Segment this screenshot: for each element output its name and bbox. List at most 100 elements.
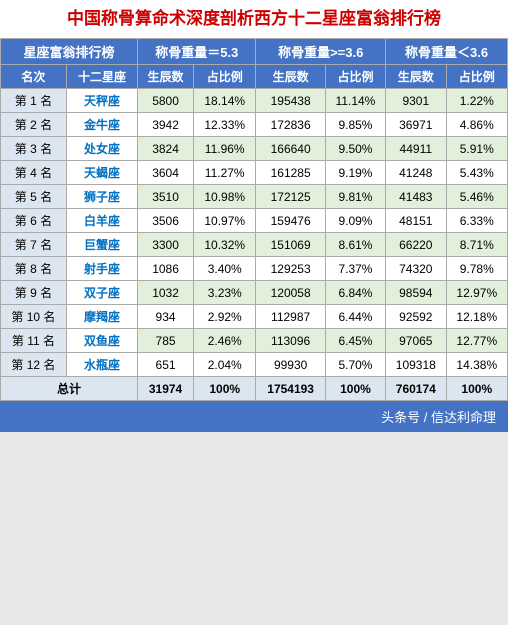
birth1-cell: 934 <box>138 305 194 329</box>
birth1-cell: 1032 <box>138 281 194 305</box>
birth2-cell: 195438 <box>256 89 325 113</box>
rank-cell: 第 11 名 <box>1 329 67 353</box>
zodiac-cell: 天秤座 <box>66 89 137 113</box>
table-row: 第 9 名双子座10323.23%1200586.84%9859412.97% <box>1 281 508 305</box>
table-row: 第 4 名天蝎座360411.27%1612859.19%412485.43% <box>1 161 508 185</box>
birth2-cell: 112987 <box>256 305 325 329</box>
birth3-cell: 98594 <box>386 281 447 305</box>
rank-cell: 第 4 名 <box>1 161 67 185</box>
birth1-cell: 3604 <box>138 161 194 185</box>
pct3-cell: 14.38% <box>446 353 507 377</box>
birth2-cell: 166640 <box>256 137 325 161</box>
table-row: 第 1 名天秤座580018.14%19543811.14%93011.22% <box>1 89 508 113</box>
subheader-pct2: 占比例 <box>325 65 385 89</box>
birth2-cell: 172125 <box>256 185 325 209</box>
birth3-cell: 41483 <box>386 185 447 209</box>
zodiac-cell: 天蝎座 <box>66 161 137 185</box>
pct3-cell: 8.71% <box>446 233 507 257</box>
table-row: 第 6 名白羊座350610.97%1594769.09%481516.33% <box>1 209 508 233</box>
birth1-cell: 3824 <box>138 137 194 161</box>
pct1-cell: 2.04% <box>194 353 256 377</box>
pct3-cell: 6.33% <box>446 209 507 233</box>
birth2-cell: 120058 <box>256 281 325 305</box>
pct1-cell: 3.40% <box>194 257 256 281</box>
birth2-cell: 172836 <box>256 113 325 137</box>
birth1-cell: 651 <box>138 353 194 377</box>
birth3-cell: 44911 <box>386 137 447 161</box>
table-row: 第 2 名金牛座394212.33%1728369.85%369714.86% <box>1 113 508 137</box>
pct2-cell: 9.85% <box>325 113 385 137</box>
rank-cell: 第 3 名 <box>1 137 67 161</box>
birth2-cell: 151069 <box>256 233 325 257</box>
zodiac-cell: 摩羯座 <box>66 305 137 329</box>
header-top-row: 星座富翁排行榜 称骨重量＝5.3 称骨重量>=3.6 称骨重量＜3.6 <box>1 39 508 65</box>
ranking-table: 星座富翁排行榜 称骨重量＝5.3 称骨重量>=3.6 称骨重量＜3.6 名次 十… <box>0 38 508 401</box>
footer: 头条号 / 信达利命理 <box>0 401 508 432</box>
pct3-cell: 9.78% <box>446 257 507 281</box>
total-label: 总计 <box>1 377 138 401</box>
table-row: 第 7 名巨蟹座330010.32%1510698.61%662208.71% <box>1 233 508 257</box>
pct1-cell: 12.33% <box>194 113 256 137</box>
zodiac-cell: 金牛座 <box>66 113 137 137</box>
rank-cell: 第 8 名 <box>1 257 67 281</box>
birth2-cell: 113096 <box>256 329 325 353</box>
table-row: 第 11 名双鱼座7852.46%1130966.45%9706512.77% <box>1 329 508 353</box>
birth3-cell: 74320 <box>386 257 447 281</box>
pct1-cell: 10.32% <box>194 233 256 257</box>
birth1-cell: 1086 <box>138 257 194 281</box>
pct2-cell: 9.19% <box>325 161 385 185</box>
subheader-rank: 名次 <box>1 65 67 89</box>
total-p1: 100% <box>194 377 256 401</box>
birth3-cell: 109318 <box>386 353 447 377</box>
pct2-cell: 8.61% <box>325 233 385 257</box>
rank-cell: 第 2 名 <box>1 113 67 137</box>
header-col1: 星座富翁排行榜 <box>1 39 138 65</box>
table-row: 第 3 名处女座382411.96%1666409.50%449115.91% <box>1 137 508 161</box>
birth1-cell: 3510 <box>138 185 194 209</box>
subheader-pct3: 占比例 <box>446 65 507 89</box>
pct1-cell: 11.96% <box>194 137 256 161</box>
birth3-cell: 9301 <box>386 89 447 113</box>
zodiac-cell: 白羊座 <box>66 209 137 233</box>
rank-cell: 第 12 名 <box>1 353 67 377</box>
rank-cell: 第 10 名 <box>1 305 67 329</box>
pct2-cell: 9.81% <box>325 185 385 209</box>
pct3-cell: 12.97% <box>446 281 507 305</box>
page-title: 中国称骨算命术深度剖析西方十二星座富翁排行榜 <box>0 0 508 38</box>
zodiac-cell: 射手座 <box>66 257 137 281</box>
birth2-cell: 129253 <box>256 257 325 281</box>
birth3-cell: 36971 <box>386 113 447 137</box>
birth1-cell: 3300 <box>138 233 194 257</box>
table-body: 第 1 名天秤座580018.14%19543811.14%93011.22%第… <box>1 89 508 377</box>
zodiac-cell: 处女座 <box>66 137 137 161</box>
zodiac-cell: 狮子座 <box>66 185 137 209</box>
birth2-cell: 99930 <box>256 353 325 377</box>
pct3-cell: 1.22% <box>446 89 507 113</box>
birth1-cell: 785 <box>138 329 194 353</box>
birth3-cell: 41248 <box>386 161 447 185</box>
birth1-cell: 3506 <box>138 209 194 233</box>
subheader-birth1: 生辰数 <box>138 65 194 89</box>
total-p2: 100% <box>325 377 385 401</box>
total-b3: 760174 <box>386 377 447 401</box>
zodiac-cell: 水瓶座 <box>66 353 137 377</box>
pct2-cell: 9.09% <box>325 209 385 233</box>
subheader-birth2: 生辰数 <box>256 65 325 89</box>
birth1-cell: 3942 <box>138 113 194 137</box>
header-sub-row: 名次 十二星座 生辰数 占比例 生辰数 占比例 生辰数 占比例 <box>1 65 508 89</box>
birth3-cell: 97065 <box>386 329 447 353</box>
header-col3: 称骨重量>=3.6 <box>256 39 386 65</box>
rank-cell: 第 7 名 <box>1 233 67 257</box>
pct2-cell: 5.70% <box>325 353 385 377</box>
birth3-cell: 66220 <box>386 233 447 257</box>
total-p3: 100% <box>446 377 507 401</box>
pct2-cell: 6.44% <box>325 305 385 329</box>
birth3-cell: 92592 <box>386 305 447 329</box>
pct1-cell: 2.92% <box>194 305 256 329</box>
subheader-zodiac: 十二星座 <box>66 65 137 89</box>
subheader-pct1: 占比例 <box>194 65 256 89</box>
birth3-cell: 48151 <box>386 209 447 233</box>
pct1-cell: 3.23% <box>194 281 256 305</box>
total-b2: 1754193 <box>256 377 325 401</box>
zodiac-cell: 巨蟹座 <box>66 233 137 257</box>
